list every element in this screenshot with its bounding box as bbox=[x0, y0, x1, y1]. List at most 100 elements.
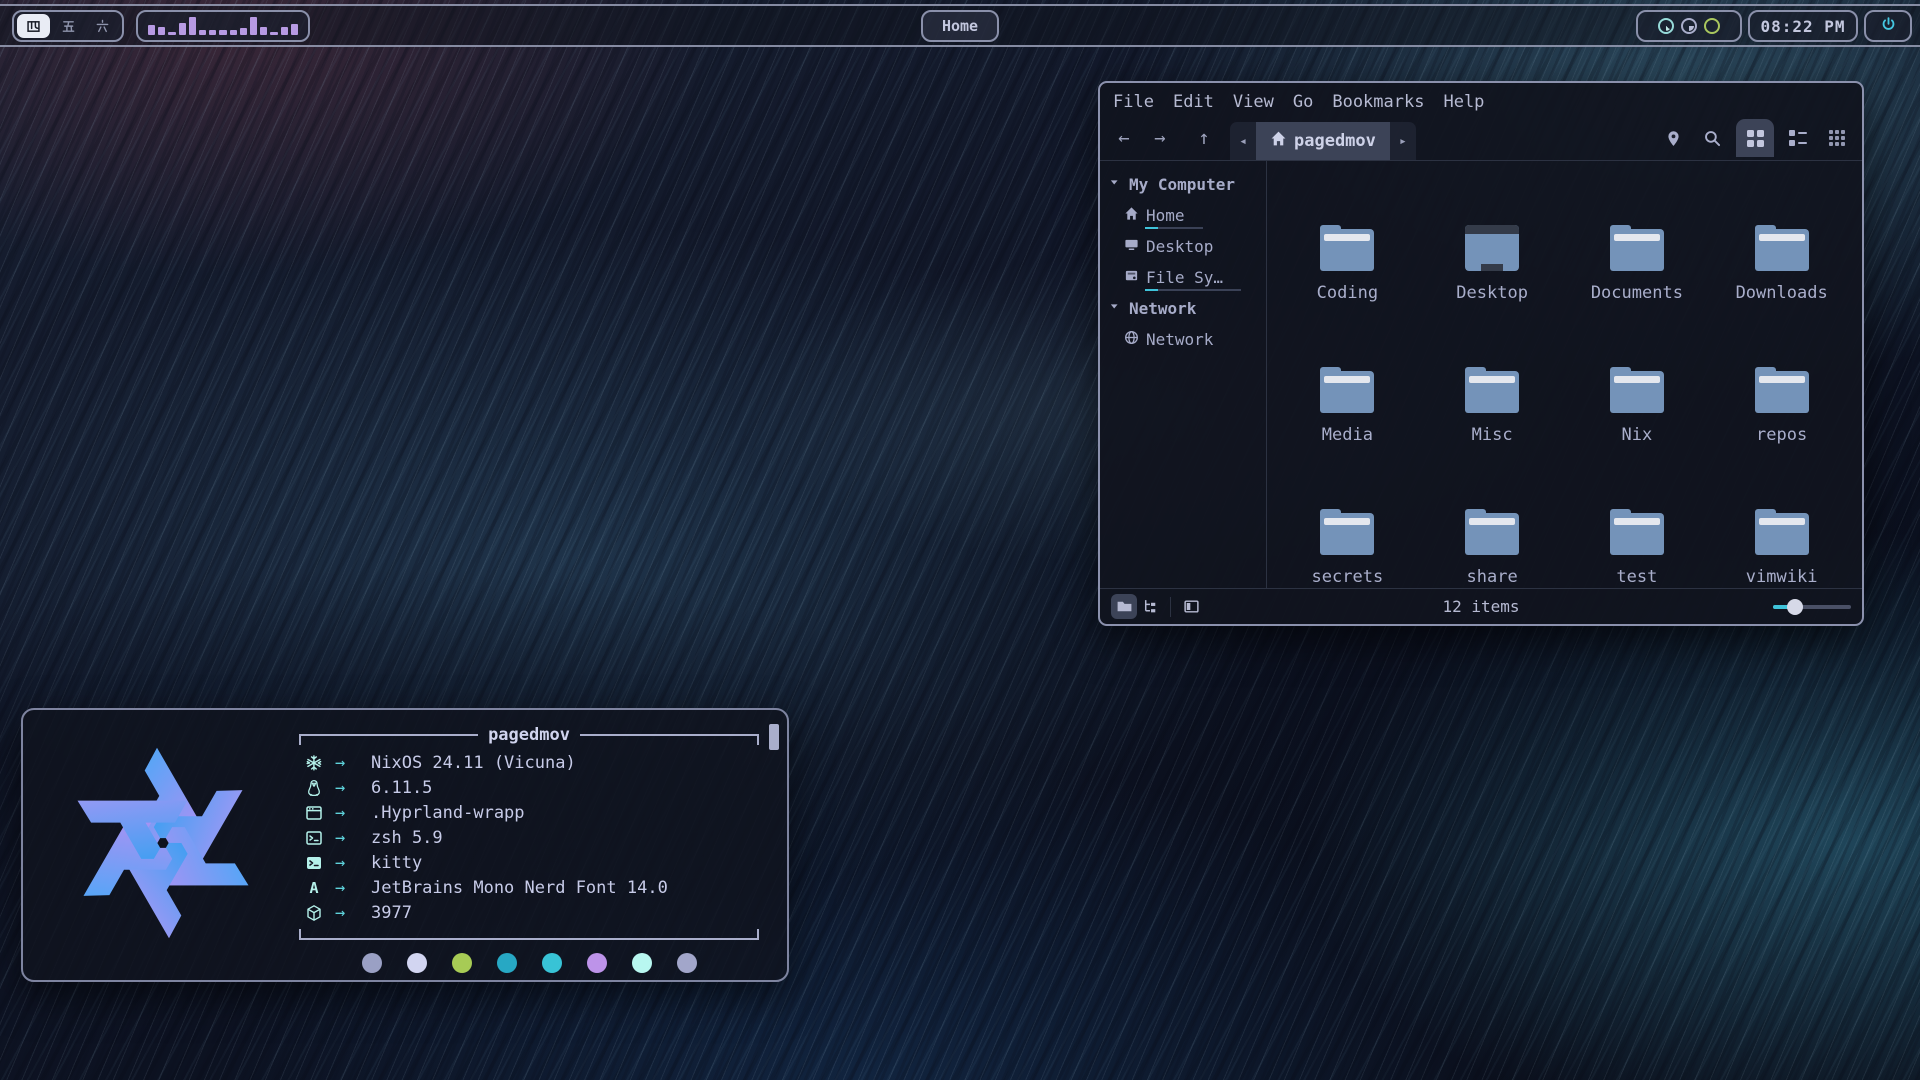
folder-item[interactable]: vimwiki bbox=[1709, 459, 1854, 601]
sidebar-row-label: My Computer bbox=[1129, 175, 1235, 194]
gauge-ring bbox=[1681, 18, 1697, 34]
folder-grid: Coding Desktop Documents Downloads bbox=[1267, 161, 1862, 588]
folder-item[interactable]: Documents bbox=[1565, 175, 1710, 317]
search-icon[interactable] bbox=[1697, 123, 1727, 153]
fetch-row: → kitty bbox=[305, 850, 759, 875]
arrow-icon: → bbox=[335, 828, 371, 848]
slider-knob[interactable] bbox=[1787, 599, 1803, 615]
clock-text: 08:22 PM bbox=[1760, 17, 1845, 36]
sidebar-row-label: Desktop bbox=[1146, 237, 1213, 256]
folder-icon bbox=[1320, 509, 1374, 555]
folder-item[interactable]: Coding bbox=[1275, 175, 1420, 317]
arrow-icon: → bbox=[335, 778, 371, 798]
gauge-ring bbox=[1704, 18, 1720, 34]
folder-item[interactable]: Desktop bbox=[1420, 175, 1565, 317]
sidebar-row-icon bbox=[1107, 299, 1122, 318]
forward-button[interactable]: → bbox=[1146, 123, 1174, 153]
visualizer-bar bbox=[209, 30, 216, 35]
status-separator bbox=[1170, 597, 1171, 617]
menu-item[interactable]: Help bbox=[1443, 92, 1484, 112]
arrow-icon: → bbox=[335, 803, 371, 823]
menu-item[interactable]: View bbox=[1233, 92, 1274, 112]
menu-item[interactable]: Edit bbox=[1173, 92, 1214, 112]
palette-dot bbox=[587, 953, 607, 973]
path-scroll-right-icon[interactable]: ▸ bbox=[1390, 122, 1416, 160]
menu-item[interactable]: Go bbox=[1293, 92, 1313, 112]
back-button[interactable]: ← bbox=[1110, 123, 1138, 153]
sidebar-row-icon bbox=[1124, 206, 1139, 225]
fetch-row-value: .Hyprland-wrapp bbox=[371, 803, 525, 823]
folder-item[interactable]: repos bbox=[1709, 317, 1854, 459]
folder-item[interactable]: Nix bbox=[1565, 317, 1710, 459]
power-button[interactable] bbox=[1864, 10, 1912, 42]
workspace-button[interactable] bbox=[17, 14, 50, 38]
fetch-row: → .Hyprland-wrapp bbox=[305, 800, 759, 825]
folder-item[interactable]: share bbox=[1420, 459, 1565, 601]
active-window-title[interactable]: Home bbox=[921, 10, 999, 42]
menu-item[interactable]: Bookmarks bbox=[1332, 92, 1424, 112]
terminal-palette bbox=[299, 953, 759, 973]
fetch-frame-bottom bbox=[299, 929, 759, 940]
path-segment-home[interactable]: pagedmov bbox=[1256, 122, 1390, 160]
fetch-row-value: 3977 bbox=[371, 903, 412, 923]
sidebar-row[interactable]: Network bbox=[1100, 293, 1266, 324]
folder-name: Documents bbox=[1591, 283, 1683, 303]
folder-item[interactable]: Media bbox=[1275, 317, 1420, 459]
folder-name: repos bbox=[1756, 425, 1807, 445]
svg-text:A: A bbox=[309, 879, 318, 897]
fetch-row-value: 6.11.5 bbox=[371, 778, 432, 798]
sidebar-row-label: Network bbox=[1146, 330, 1213, 349]
palette-dot bbox=[677, 953, 697, 973]
list-view-button[interactable] bbox=[1783, 123, 1813, 153]
palette-dot bbox=[452, 953, 472, 973]
arrow-icon: → bbox=[335, 853, 371, 873]
folder-name: test bbox=[1616, 567, 1657, 587]
location-pin-icon[interactable] bbox=[1658, 123, 1688, 153]
fetch-frame-top: pagedmov bbox=[299, 725, 759, 747]
sidebar-row[interactable]: Network bbox=[1100, 324, 1266, 355]
terminal-window[interactable]: pagedmov → NixOS 24.11 (Vicuna) → 6.11.5… bbox=[21, 708, 789, 982]
palette-dot bbox=[407, 953, 427, 973]
folder-icon bbox=[1610, 367, 1664, 413]
dirtree-pane-button[interactable] bbox=[1137, 594, 1163, 619]
sidebar-row-label: Network bbox=[1129, 299, 1196, 318]
workspace-button[interactable] bbox=[52, 14, 85, 38]
sidebar-row[interactable]: Home bbox=[1100, 200, 1266, 231]
top-bar: Home 08:22 PM bbox=[0, 4, 1920, 47]
active-window-label: Home bbox=[942, 17, 978, 35]
palette-dot bbox=[632, 953, 652, 973]
gauge-fill bbox=[1707, 21, 1717, 31]
folder-item[interactable]: Downloads bbox=[1709, 175, 1854, 317]
folder-name: Misc bbox=[1472, 425, 1513, 445]
sidebar-row[interactable]: Desktop bbox=[1100, 231, 1266, 262]
folder-item[interactable]: secrets bbox=[1275, 459, 1420, 601]
folder-icon bbox=[1465, 367, 1519, 413]
zoom-slider[interactable] bbox=[1773, 599, 1851, 615]
path-scroll-left-icon[interactable]: ◂ bbox=[1230, 122, 1256, 160]
arrow-icon: → bbox=[335, 903, 371, 923]
workspace-button[interactable] bbox=[86, 14, 119, 38]
up-button[interactable]: ↑ bbox=[1190, 123, 1218, 153]
folder-item[interactable]: test bbox=[1565, 459, 1710, 601]
icon-view-button[interactable] bbox=[1736, 119, 1774, 157]
arrow-icon: → bbox=[335, 878, 371, 898]
sidebar-row-icon bbox=[1124, 330, 1139, 349]
places-pane-button[interactable] bbox=[1111, 594, 1137, 619]
folder-name: Nix bbox=[1622, 425, 1653, 445]
folder-name: share bbox=[1467, 567, 1518, 587]
sidebar-row[interactable]: File Sy… bbox=[1100, 262, 1266, 293]
toggle-sidepane-button[interactable] bbox=[1178, 594, 1204, 619]
gauge-fill bbox=[1684, 21, 1694, 31]
folder-name: vimwiki bbox=[1746, 567, 1818, 587]
visualizer-bar bbox=[179, 23, 186, 35]
compact-view-button[interactable] bbox=[1822, 123, 1852, 153]
folder-name: Desktop bbox=[1456, 283, 1528, 303]
sidebar-row[interactable]: My Computer bbox=[1100, 169, 1266, 200]
workspace-switcher bbox=[12, 10, 124, 42]
menu-item[interactable]: File bbox=[1113, 92, 1154, 112]
clock: 08:22 PM bbox=[1748, 10, 1858, 42]
gauge-ring bbox=[1658, 18, 1674, 34]
fetch-hostname: pagedmov bbox=[488, 725, 570, 745]
file-manager-window: File Edit View Go Bookmarks Help ← → ↑ ◂ page… bbox=[1098, 81, 1864, 626]
folder-item[interactable]: Misc bbox=[1420, 317, 1565, 459]
